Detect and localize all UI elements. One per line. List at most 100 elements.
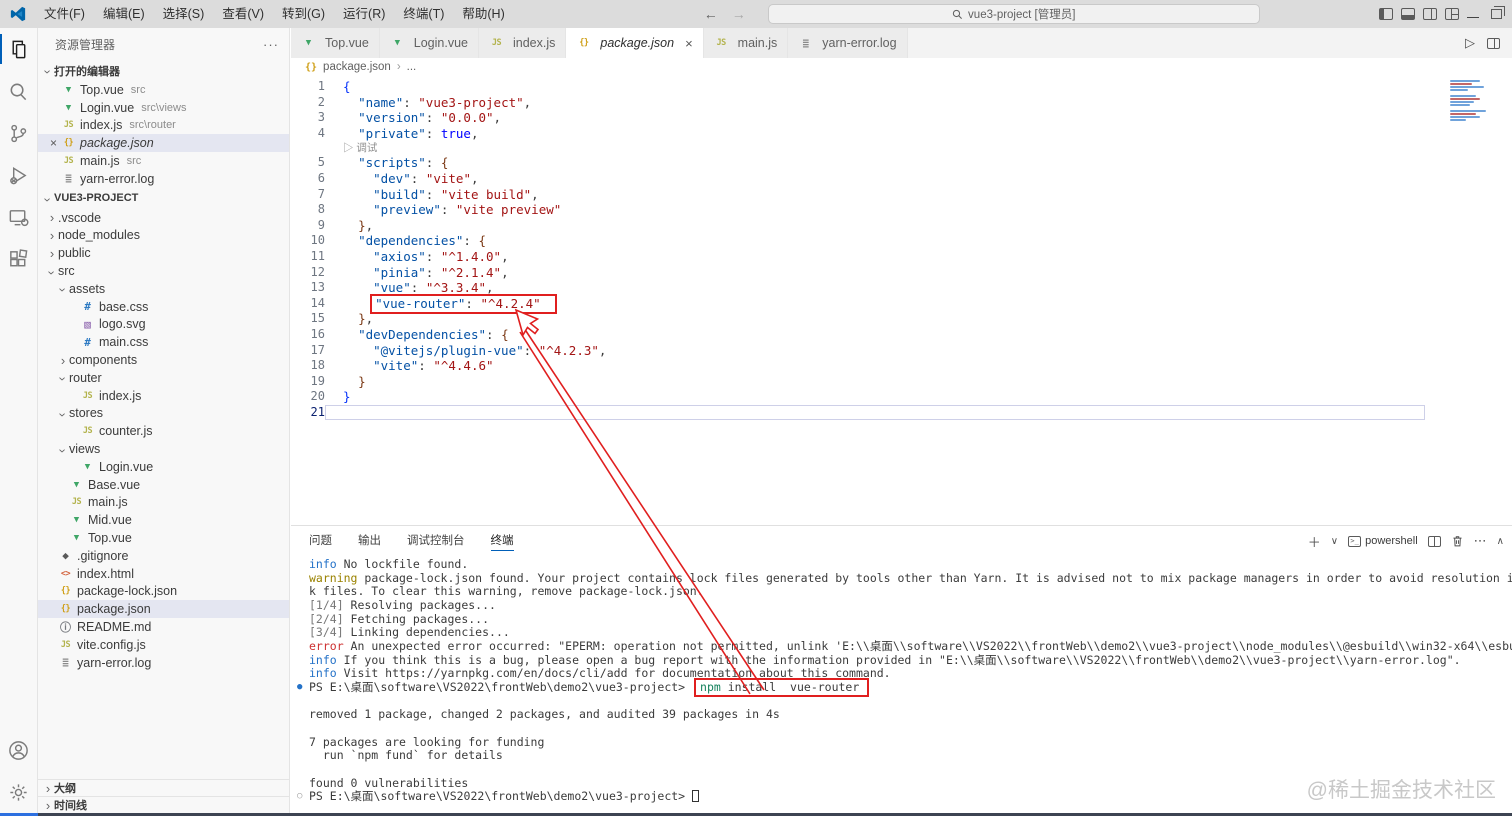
tab-main.js[interactable]: JS main.js xyxy=(703,28,789,58)
code-line-1[interactable]: 1{ xyxy=(291,79,1512,95)
kill-terminal-icon[interactable] xyxy=(1451,534,1464,548)
tree-item-assets[interactable]: › assets xyxy=(38,280,289,298)
close-tab-icon[interactable]: × xyxy=(685,36,693,51)
minimize-icon[interactable] xyxy=(1467,16,1479,18)
split-editor-icon[interactable] xyxy=(1487,37,1500,49)
code-line-3[interactable]: 3 "version": "0.0.0", xyxy=(291,110,1512,126)
tree-item-components[interactable]: › components xyxy=(38,351,289,369)
code-line-4[interactable]: 4 "private": true, xyxy=(291,126,1512,142)
tree-item-Top.vue[interactable]: ▼ Top.vue xyxy=(38,529,289,547)
open-editor-Top.vue[interactable]: ▼ Top.vue src xyxy=(38,81,289,99)
tree-item-.vscode[interactable]: › .vscode xyxy=(38,209,289,227)
tree-item-Mid.vue[interactable]: ▼ Mid.vue xyxy=(38,511,289,529)
split-terminal-icon[interactable] xyxy=(1427,535,1441,547)
code-line-17[interactable]: 17 "@vitejs/plugin-vue": "^4.2.3", xyxy=(291,343,1512,359)
panel-tab-调试控制台[interactable]: 调试控制台 xyxy=(407,526,465,556)
restore-window-icon[interactable] xyxy=(1491,6,1505,19)
terminal-dropdown-icon[interactable]: ∨ xyxy=(1331,536,1338,547)
menu-运行[interactable]: 运行(R) xyxy=(334,3,394,25)
code-line-8[interactable]: 8 "preview": "vite preview" xyxy=(291,202,1512,218)
code-line-7[interactable]: 7 "build": "vite build", xyxy=(291,187,1512,203)
tree-item-main.css[interactable]: # main.css xyxy=(38,333,289,351)
source-control-icon[interactable] xyxy=(0,112,38,154)
panel-more-actions-icon[interactable]: ⋯ xyxy=(1474,533,1487,549)
new-terminal-icon[interactable]: ＋ xyxy=(1308,532,1321,551)
menu-查看[interactable]: 查看(V) xyxy=(213,3,273,25)
account-icon[interactable] xyxy=(0,729,38,771)
code-line-2[interactable]: 2 "name": "vue3-project", xyxy=(291,95,1512,111)
code-line-21[interactable]: 21 xyxy=(291,404,1512,421)
code-line-11[interactable]: 11 "axios": "^1.4.0", xyxy=(291,249,1512,265)
remote-explorer-icon[interactable] xyxy=(0,196,38,238)
extensions-icon[interactable] xyxy=(0,238,38,280)
tree-item-.gitignore[interactable]: ◆ .gitignore xyxy=(38,547,289,565)
section-大纲[interactable]: › 大纲 xyxy=(38,779,289,796)
toggle-sidebar-icon[interactable] xyxy=(1379,8,1393,20)
codelens-debug[interactable]: ▷ 调试 xyxy=(291,141,1512,155)
run-debug-icon[interactable] xyxy=(0,154,38,196)
tree-item-index.html[interactable]: <> index.html xyxy=(38,565,289,583)
open-editors-header[interactable]: › 打开的编辑器 xyxy=(38,60,289,81)
menu-文件[interactable]: 文件(F) xyxy=(35,3,94,25)
project-root-header[interactable]: › VUE3-PROJECT xyxy=(38,188,289,209)
code-line-9[interactable]: 9 }, xyxy=(291,218,1512,234)
menu-编辑[interactable]: 编辑(E) xyxy=(94,3,154,25)
code-line-18[interactable]: 18 "vite": "^4.4.6" xyxy=(291,358,1512,374)
settings-gear-icon[interactable] xyxy=(0,771,38,813)
search-icon[interactable] xyxy=(0,70,38,112)
open-editor-main.js[interactable]: JS main.js src xyxy=(38,152,289,170)
tree-item-router[interactable]: › router xyxy=(38,369,289,387)
section-时间线[interactable]: › 时间线 xyxy=(38,796,289,813)
more-actions-icon[interactable]: ··· xyxy=(263,37,279,52)
code-editor[interactable]: 1{2 "name": "vue3-project", 3 "version": … xyxy=(291,76,1512,525)
tree-item-README.md[interactable]: ⓘ README.md xyxy=(38,618,289,636)
run-file-icon[interactable]: ▷ xyxy=(1465,35,1475,51)
command-center-search[interactable]: vue3-project [管理员] xyxy=(767,4,1260,24)
tree-item-package.json[interactable]: {} package.json xyxy=(38,600,289,619)
breadcrumb[interactable]: {} package.json › ... xyxy=(291,58,1512,76)
tab-index.js[interactable]: JS index.js xyxy=(479,28,567,58)
tree-item-views[interactable]: › views xyxy=(38,440,289,458)
tree-item-base.css[interactable]: # base.css xyxy=(38,298,289,316)
panel-tab-输出[interactable]: 输出 xyxy=(358,526,381,556)
customize-layout-icon[interactable] xyxy=(1445,8,1459,20)
code-line-14[interactable]: 14 "vue-router": "^4.2.4" xyxy=(291,293,1512,314)
terminal-instance[interactable]: >_ powershell xyxy=(1348,535,1418,547)
tab-Login.vue[interactable]: ▼ Login.vue xyxy=(379,28,479,58)
menu-帮助[interactable]: 帮助(H) xyxy=(453,3,513,25)
tree-item-stores[interactable]: › stores xyxy=(38,405,289,423)
tree-item-src[interactable]: › src xyxy=(38,262,289,280)
tree-item-counter.js[interactable]: JS counter.js xyxy=(38,422,289,440)
tree-item-index.js[interactable]: JS index.js xyxy=(38,387,289,405)
forward-arrow-icon[interactable]: → xyxy=(732,6,746,22)
tree-item-Base.vue[interactable]: ▼ Base.vue xyxy=(38,476,289,494)
maximize-panel-icon[interactable]: ∧ xyxy=(1497,536,1504,547)
close-icon[interactable]: × xyxy=(46,136,61,150)
tab-yarn-error.log[interactable]: ≣ yarn-error.log xyxy=(788,28,908,58)
menu-转到[interactable]: 转到(G) xyxy=(273,3,334,25)
menu-终端[interactable]: 终端(T) xyxy=(394,3,453,25)
open-editor-index.js[interactable]: JS index.js src\router xyxy=(38,117,289,135)
panel-tab-问题[interactable]: 问题 xyxy=(309,526,332,556)
tree-item-node_modules[interactable]: › node_modules xyxy=(38,227,289,245)
code-line-20[interactable]: 20} xyxy=(291,389,1512,405)
back-arrow-icon[interactable]: ← xyxy=(704,6,718,22)
tree-item-main.js[interactable]: JS main.js xyxy=(38,494,289,512)
tree-item-vite.config.js[interactable]: JS vite.config.js xyxy=(38,636,289,654)
toggle-secondary-sidebar-icon[interactable] xyxy=(1423,8,1437,20)
toggle-panel-icon[interactable] xyxy=(1401,8,1415,20)
tab-Top.vue[interactable]: ▼ Top.vue xyxy=(291,28,380,58)
open-editor-yarn-error.log[interactable]: ≣ yarn-error.log xyxy=(38,170,289,188)
menu-选择[interactable]: 选择(S) xyxy=(154,3,214,25)
tab-package.json[interactable]: {} package.json × xyxy=(566,28,704,58)
code-line-10[interactable]: 10 "dependencies": { xyxy=(291,233,1512,249)
code-line-12[interactable]: 12 "pinia": "^2.1.4", xyxy=(291,265,1512,281)
minimap[interactable] xyxy=(1446,79,1498,199)
tree-item-public[interactable]: › public xyxy=(38,244,289,262)
tree-item-Login.vue[interactable]: ▼ Login.vue xyxy=(38,458,289,476)
code-line-6[interactable]: 6 "dev": "vite", xyxy=(291,171,1512,187)
tree-item-package-lock.json[interactable]: {} package-lock.json xyxy=(38,583,289,601)
tree-item-logo.svg[interactable]: ▧ logo.svg xyxy=(38,316,289,334)
tree-item-yarn-error.log[interactable]: ≣ yarn-error.log xyxy=(38,654,289,672)
code-line-19[interactable]: 19 } xyxy=(291,374,1512,390)
